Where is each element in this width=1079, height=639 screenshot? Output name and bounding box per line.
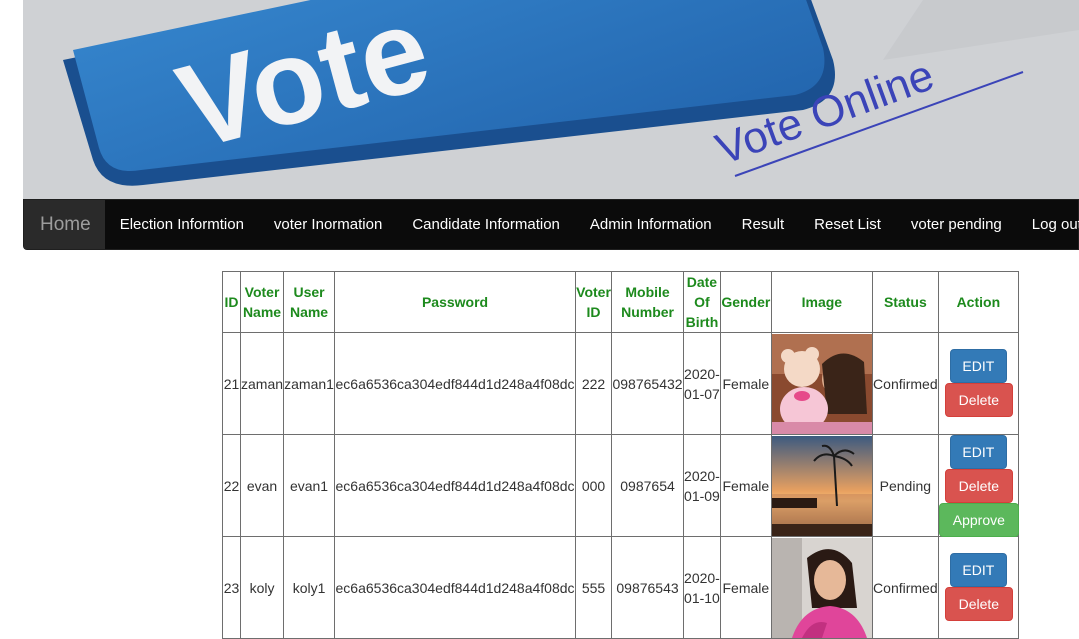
cell-mobile: 09876543 (611, 536, 685, 639)
cell-gender: Female (719, 332, 772, 435)
cell-id: 21 (222, 332, 241, 435)
edit-button[interactable]: EDIT (949, 553, 1007, 587)
cell-password: ec6a6536ca304edf844d1d248a4f08dc (334, 434, 577, 537)
col-voter-id: Voter ID (575, 271, 613, 333)
col-password: Password (334, 271, 577, 333)
main-navbar: Home Election Informtion voter Inormatio… (23, 199, 1079, 250)
col-status: Status (871, 271, 939, 333)
cell-user-name: evan1 (283, 434, 336, 537)
cell-user-name: koly1 (283, 536, 336, 639)
voter-photo-girl-teddy (771, 333, 872, 434)
cell-voter-id: 222 (575, 332, 613, 435)
approve-button[interactable]: Approve (938, 503, 1019, 537)
cell-voter-id: 555 (575, 536, 613, 639)
cell-mobile: 0987654 (611, 434, 685, 537)
edit-button[interactable]: EDIT (949, 349, 1007, 383)
voter-photo-beach-sunset (771, 435, 872, 536)
cell-gender: Female (719, 536, 772, 639)
col-user-name: User Name (283, 271, 336, 333)
col-id: ID (222, 271, 241, 333)
cell-voter-id: 000 (575, 434, 613, 537)
delete-button[interactable]: Delete (944, 469, 1013, 503)
col-date-of-birth: Date Of Birth (683, 271, 721, 333)
cell-gender: Female (719, 434, 772, 537)
cell-voter-name: koly (239, 536, 285, 639)
col-mobile-number: Mobile Number (611, 271, 685, 333)
cell-status: Confirmed (871, 536, 939, 639)
cell-voter-name: zaman (239, 332, 285, 435)
nav-home[interactable]: Home (24, 200, 105, 249)
col-action: Action (937, 271, 1019, 333)
cell-voter-name: evan (239, 434, 285, 537)
cell-user-name: zaman1 (283, 332, 336, 435)
delete-button[interactable]: Delete (944, 383, 1013, 417)
cell-image (770, 332, 873, 435)
voter-photo-girl-selfie (771, 537, 872, 638)
cell-image (770, 434, 873, 537)
nav-election-information[interactable]: Election Informtion (105, 200, 259, 249)
cell-dob: 2020-01-09 (683, 434, 721, 537)
delete-button[interactable]: Delete (944, 587, 1013, 621)
nav-voter-information[interactable]: voter Inormation (259, 200, 397, 249)
cell-password: ec6a6536ca304edf844d1d248a4f08dc (334, 332, 577, 435)
nav-admin-information[interactable]: Admin Information (575, 200, 727, 249)
col-gender: Gender (719, 271, 772, 333)
nav-log-out[interactable]: Log out (1017, 200, 1079, 249)
cell-mobile: 098765432 (611, 332, 685, 435)
table-row: 21 zaman zaman1 ec6a6536ca304edf844d1d24… (222, 332, 1019, 435)
cell-status: Confirmed (871, 332, 939, 435)
nav-reset-list[interactable]: Reset List (799, 200, 896, 249)
col-image: Image (770, 271, 873, 333)
col-voter-name: Voter Name (239, 271, 285, 333)
cell-id: 22 (222, 434, 241, 537)
table-row: 22 evan evan1 ec6a6536ca304edf844d1d248a… (222, 434, 1019, 537)
cell-id: 23 (222, 536, 241, 639)
voter-table: ID Voter Name User Name Password Voter I… (222, 271, 1019, 639)
vote-online-banner: Vote Vote Online (23, 0, 1079, 199)
nav-result[interactable]: Result (727, 200, 800, 249)
cell-actions: EDIT Delete (937, 332, 1019, 435)
cell-status: Pending (871, 434, 939, 537)
nav-voter-pending[interactable]: voter pending (896, 200, 1017, 249)
edit-button[interactable]: EDIT (949, 435, 1007, 469)
table-header-row: ID Voter Name User Name Password Voter I… (222, 271, 1019, 333)
table-row: 23 koly koly1 ec6a6536ca304edf844d1d248a… (222, 536, 1019, 639)
cell-dob: 2020-01-07 (683, 332, 721, 435)
cell-dob: 2020-01-10 (683, 536, 721, 639)
nav-candidate-information[interactable]: Candidate Information (397, 200, 575, 249)
cell-image (770, 536, 873, 639)
cell-password: ec6a6536ca304edf844d1d248a4f08dc (334, 536, 577, 639)
cell-actions: EDIT Delete (937, 536, 1019, 639)
cell-actions: EDIT Delete Approve (937, 434, 1019, 537)
